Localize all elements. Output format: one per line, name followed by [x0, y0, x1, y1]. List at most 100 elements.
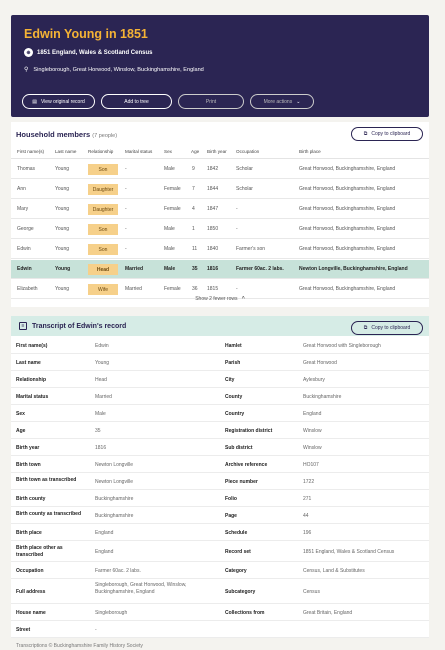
field-value: 35	[95, 428, 101, 434]
col-birth-year[interactable]: Birth year	[207, 149, 227, 154]
field-value: Census	[303, 589, 320, 595]
relationship-badge: Son	[88, 244, 118, 255]
field-label: House name	[16, 610, 46, 616]
cell-sex: Female	[164, 186, 181, 192]
field-value: Newton Longville	[95, 462, 134, 468]
table-row[interactable]: Edwin Young Married Male 35 1816 Farmer 60ac. …	[11, 260, 429, 279]
copy-household-label: Copy to clipboard	[371, 131, 411, 137]
cell-birth-place: Great Horwood, Buckinghamshire, England	[299, 166, 396, 172]
relationship-badge: Wife	[88, 284, 118, 295]
cell-marital-status: Married	[125, 286, 142, 292]
transcript-row: Occupation Farmer 60ac. 2 labs. Category Ce…	[11, 563, 429, 579]
cell-age: 9	[192, 166, 195, 172]
cell-age: 4	[192, 206, 195, 212]
show-fewer-label: Show 2 fewer rows	[195, 296, 238, 302]
transcript-row: Birth place other as transcribed England R…	[11, 542, 429, 562]
table-row[interactable]: Ann Young - Female 7 1844 Scholar Great Horwood…	[11, 180, 429, 199]
cell-occupation: Scholar	[236, 166, 253, 172]
copy-household-button[interactable]: ⧉ Copy to clipboard	[351, 127, 423, 141]
cell-last-name: Young	[55, 266, 71, 272]
field-label: Marital status	[16, 394, 49, 400]
field-value: Winslow	[303, 428, 322, 434]
table-row[interactable]: Edwin Young - Male 11 1840 Farmer's son Great H…	[11, 240, 429, 259]
add-to-tree-button[interactable]: Add to tree	[101, 94, 172, 109]
field-label: County	[225, 394, 243, 400]
print-label: Print	[205, 98, 217, 105]
field-value: England	[95, 549, 114, 555]
copy-transcript-button[interactable]: ⧉ Copy to clipboard	[351, 321, 423, 335]
cell-birth-year: 1847	[207, 206, 219, 212]
field-label: Birth town as transcribed	[16, 477, 77, 483]
document-icon: ≡	[19, 322, 27, 330]
cell-last-name: Young	[55, 166, 69, 172]
col-relationship[interactable]: Relationship	[88, 149, 113, 154]
field-value: Buckinghamshire	[303, 394, 342, 400]
col-occupation[interactable]: Occupation	[236, 149, 259, 154]
transcript-row: Birth year 1816 Sub district Winslow	[11, 440, 429, 456]
field-label: Sub district	[225, 445, 253, 451]
field-label: Birth town	[16, 462, 41, 468]
field-value: Head	[95, 377, 107, 383]
field-label: Hamlet	[225, 343, 242, 349]
view-original-button[interactable]: ▤ View original record	[22, 94, 95, 109]
census-icon: ⊕	[24, 48, 33, 57]
col-age[interactable]: Age	[191, 149, 199, 154]
record-header: Edwin Young in 1851 ⊕ 1851 England, Wale…	[11, 15, 429, 117]
cell-last-name: Young	[55, 186, 69, 192]
cell-marital-status: -	[125, 246, 127, 252]
col-last-name[interactable]: Last name	[55, 149, 76, 154]
cell-sex: Male	[164, 266, 176, 272]
relationship-badge: Head	[88, 264, 118, 275]
relationship-badge: Daughter	[88, 184, 118, 195]
relationship-badge: Daughter	[88, 204, 118, 215]
cell-sex: Male	[164, 166, 175, 172]
cell-first-name: George	[17, 226, 34, 232]
cell-birth-place: Newton Longville, Buckinghamshire, Engla…	[299, 266, 408, 272]
field-value: Singleborough	[95, 610, 128, 616]
cell-last-name: Young	[55, 246, 69, 252]
transcript-row: First name(s) Edwin Hamlet Great Horwood wi…	[11, 338, 429, 354]
col-marital-status[interactable]: Marital status	[125, 149, 152, 154]
household-count: (7 people)	[92, 133, 118, 139]
field-label: Full address	[16, 589, 46, 595]
field-label: Record set	[225, 549, 251, 555]
col-birth-place[interactable]: Birth place	[299, 149, 321, 154]
cell-birth-year: 1842	[207, 166, 219, 172]
household-table-header: First name(s) Last name Relationship Mar…	[11, 147, 429, 159]
household-panel: Household members (7 people) ⧉ Copy to c…	[11, 122, 429, 307]
record-location: ⚲ Singleborough, Great Horwood, Winslow,…	[24, 66, 204, 74]
cell-last-name: Young	[55, 286, 69, 292]
field-label: Folio	[225, 496, 237, 502]
show-fewer-rows-button[interactable]: Show 2 fewer rows ^	[11, 296, 429, 302]
field-label: Piece number	[225, 479, 258, 485]
transcript-panel: ≡ Transcript of Edwin's record ⧉ Copy to…	[11, 316, 429, 638]
chevron-up-icon: ^	[241, 296, 245, 302]
cell-age: 35	[192, 266, 198, 272]
cell-birth-year: 1816	[207, 266, 219, 272]
field-label: Birth year	[16, 445, 40, 451]
field-value: Young	[95, 360, 109, 366]
cell-last-name: Young	[55, 206, 69, 212]
col-first-name[interactable]: First name(s)	[17, 149, 44, 154]
table-row[interactable]: George Young - Male 1 1850 - Great Horwood, Buc…	[11, 220, 429, 239]
field-value: Aylesbury	[303, 377, 325, 383]
cell-birth-year: 1840	[207, 246, 219, 252]
cell-first-name: Edwin	[17, 266, 32, 272]
field-label: Birth place	[16, 530, 42, 536]
cell-last-name: Young	[55, 226, 69, 232]
cell-first-name: Mary	[17, 206, 29, 212]
table-row[interactable]: Thomas Young - Male 9 1842 Scholar Great Horwoo…	[11, 160, 429, 179]
table-row[interactable]: Mary Young - Female 4 1847 - Great Horwood, Buc…	[11, 200, 429, 219]
print-button[interactable]: Print	[178, 94, 244, 109]
cell-first-name: Edwin	[17, 246, 31, 252]
field-label: Subcategory	[225, 589, 256, 595]
col-sex[interactable]: Sex	[164, 149, 172, 154]
field-value: Farmer 60ac. 2 labs.	[95, 568, 141, 574]
record-location-label: Singleborough, Great Horwood, Winslow, B…	[33, 66, 204, 73]
field-value: Male	[95, 411, 106, 417]
pin-icon: ⚲	[24, 67, 29, 73]
transcription-credit: Transcriptions © Buckinghamshire Family …	[16, 643, 143, 649]
more-actions-button[interactable]: More actions ⌄	[250, 94, 314, 109]
field-label: Birth county as transcribed	[16, 511, 82, 517]
field-label: Occupation	[16, 568, 44, 574]
